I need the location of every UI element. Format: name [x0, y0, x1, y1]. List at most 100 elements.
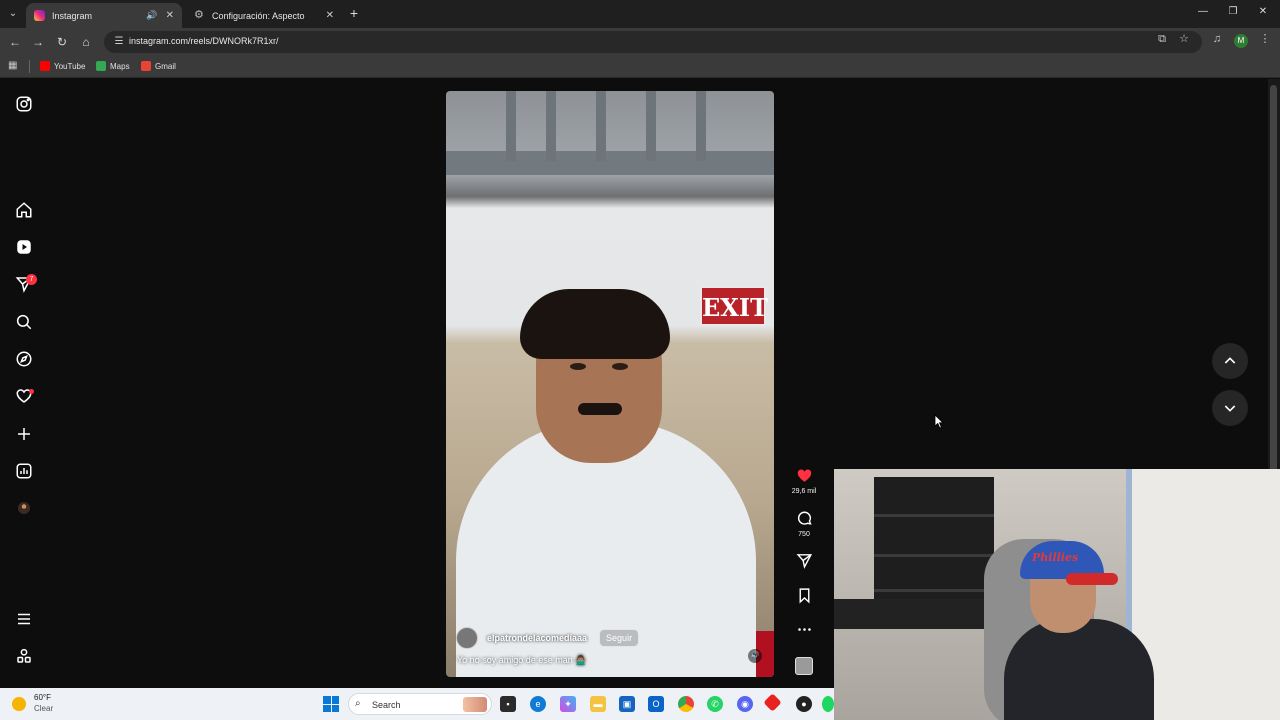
next-reel-button[interactable] [1212, 390, 1248, 426]
forward-icon[interactable]: → [30, 34, 46, 50]
edge-icon[interactable]: e [530, 696, 546, 712]
reel-author: elpatrondelacomediaaa Seguir [456, 627, 640, 649]
bookmark-maps[interactable]: Maps [96, 61, 130, 71]
bookmark-label: Maps [110, 61, 130, 71]
author-username[interactable]: elpatrondelacomediaaa [487, 633, 587, 643]
back-icon[interactable]: ← [7, 34, 23, 50]
weather-temperature[interactable]: 60°F [34, 693, 51, 702]
close-tab-icon[interactable]: ✕ [326, 10, 334, 21]
windows-taskbar: 60°F Clear ⌕ Search ▪ e ✦ ▬ ▣ O ✆ ◉ ● [0, 688, 834, 720]
home-icon[interactable]: ⌂ [78, 34, 94, 50]
tab-audio-icon[interactable]: 🔊 [146, 10, 157, 21]
bookmarks-bar: ▦ YouTube Maps Gmail [0, 56, 1280, 78]
restore-icon[interactable]: ❐ [1226, 6, 1240, 17]
app-diamond-icon[interactable] [763, 693, 782, 712]
comment-icon[interactable] [792, 510, 816, 532]
save-bookmark-icon[interactable] [792, 587, 816, 609]
gmail-icon [141, 61, 151, 71]
profile-avatar-icon[interactable] [14, 498, 34, 518]
mouse-cursor-icon [934, 414, 944, 429]
minimize-icon[interactable]: — [1196, 6, 1210, 17]
whatsapp-icon[interactable]: ✆ [707, 696, 723, 712]
notification-badge: 7 [26, 274, 37, 285]
profile-avatar[interactable]: M [1234, 34, 1248, 48]
discord-icon[interactable]: ◉ [737, 696, 753, 712]
windows-start-icon[interactable] [323, 696, 339, 712]
audio-thumbnail[interactable] [795, 657, 813, 675]
install-app-icon[interactable]: ⧉ [1155, 32, 1169, 46]
author-avatar[interactable] [456, 627, 478, 649]
person-mustache [578, 403, 622, 415]
tab-title: Configuración: Aspecto [212, 10, 305, 21]
like-count: 29,6 mil [791, 488, 817, 495]
outlook-icon[interactable]: O [648, 696, 664, 712]
railing-post [596, 91, 606, 161]
bookmarks-divider [29, 60, 30, 73]
store-icon[interactable]: ▣ [619, 696, 635, 712]
address-bar[interactable]: ☰ instagram.com/reels/DWNORk7R1xr/ [104, 31, 1202, 53]
railing-post [506, 91, 516, 161]
like-heart-icon[interactable] [792, 467, 816, 489]
tab-settings[interactable]: ⚙ Configuración: Aspecto ✕ [186, 3, 342, 28]
dashboard-icon[interactable] [14, 461, 34, 481]
railing [446, 151, 774, 175]
reels-nav-icon[interactable] [14, 237, 34, 257]
bookmark-gmail[interactable]: Gmail [141, 61, 176, 71]
file-explorer-icon[interactable]: ▬ [590, 696, 606, 712]
menu-icon[interactable]: ⋮ [1258, 32, 1272, 46]
follow-button[interactable]: Seguir [599, 629, 640, 647]
new-tab-button[interactable]: + [346, 5, 362, 21]
chevron-down-icon [1224, 405, 1236, 412]
webcam-door [1132, 469, 1280, 720]
create-plus-icon[interactable] [14, 424, 34, 444]
bookmark-label: YouTube [54, 61, 86, 71]
taskbar-search[interactable]: ⌕ Search [348, 693, 492, 715]
weather-moon-icon[interactable] [12, 697, 26, 711]
more-menu-icon[interactable] [14, 609, 34, 629]
instagram-favicon-icon [34, 10, 45, 21]
chrome-icon[interactable] [678, 696, 694, 712]
mute-toggle-icon[interactable]: 🔊 [748, 649, 762, 663]
tab-search-button[interactable]: ⌄ [4, 5, 22, 23]
person-eye [570, 363, 586, 370]
apps-grid-icon[interactable]: ▦ [8, 60, 20, 72]
notification-dot [29, 389, 34, 394]
more-options-icon[interactable] [792, 621, 816, 643]
tab-instagram[interactable]: Instagram 🔊 ✕ [26, 3, 182, 28]
search-nav-icon[interactable] [14, 312, 34, 332]
gear-icon: ⚙ [194, 9, 204, 21]
close-tab-icon[interactable]: ✕ [166, 10, 174, 21]
spotify-icon[interactable] [822, 696, 834, 712]
previous-reel-button[interactable] [1212, 343, 1248, 379]
weather-condition[interactable]: Clear [34, 704, 53, 713]
copilot-icon[interactable]: ✦ [560, 696, 576, 712]
instagram-logo-icon[interactable] [14, 94, 34, 114]
reel-caption[interactable]: Yo no soy amigo de ese man 🙅🏽‍♂️ [457, 655, 586, 666]
person-hair [520, 289, 670, 359]
youtube-icon [40, 61, 50, 71]
reel-video[interactable]: EXIT elpatrondelacomediaaa Seguir Yo no … [446, 91, 774, 677]
home-nav-icon[interactable] [14, 200, 34, 220]
chevron-up-icon [1224, 357, 1236, 364]
shelf-divider [874, 554, 994, 557]
shelf-divider [874, 589, 994, 592]
tab-title: Instagram [52, 10, 93, 21]
webcam-overlay: Phillies [834, 469, 1280, 720]
search-highlight-image [463, 697, 487, 712]
close-window-icon[interactable]: ✕ [1256, 6, 1270, 17]
url-text[interactable]: instagram.com/reels/DWNORk7R1xr/ [129, 36, 279, 46]
site-info-icon[interactable]: ☰ [112, 35, 126, 49]
shelf-divider [874, 514, 994, 517]
railing-post [696, 91, 706, 161]
share-icon[interactable] [792, 552, 816, 574]
task-view-icon[interactable]: ▪ [500, 696, 516, 712]
meta-apps-icon[interactable] [14, 646, 34, 666]
bookmark-youtube[interactable]: YouTube [40, 61, 85, 71]
bookmark-star-icon[interactable]: ☆ [1177, 32, 1191, 46]
streamer-hoodie [1004, 619, 1154, 720]
media-controls-icon[interactable]: ♫ [1210, 32, 1224, 46]
obs-icon[interactable]: ● [796, 696, 812, 712]
reload-icon[interactable]: ↻ [54, 34, 70, 50]
maps-icon [96, 61, 106, 71]
explore-nav-icon[interactable] [14, 349, 34, 369]
